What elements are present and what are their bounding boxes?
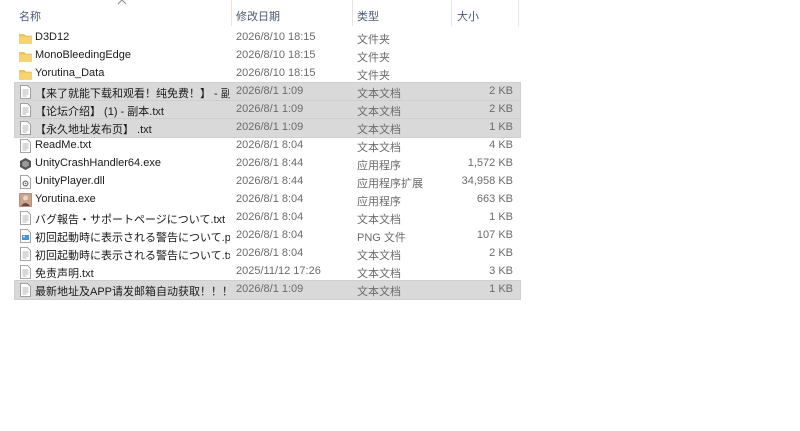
file-type: 文本文档	[357, 88, 401, 100]
text-file-icon	[19, 211, 32, 225]
file-modified-date: 2026/8/1 8:04	[236, 211, 304, 223]
file-size: 1,572 KB	[467, 157, 513, 169]
file-row[interactable]: バグ報告・サポートページについて.txt 2026/8/1 8:04 文本文档 1 K…	[15, 209, 520, 227]
column-header-name[interactable]: 名称	[19, 8, 41, 24]
unity-app-icon	[19, 157, 32, 171]
file-size: 3 KB	[489, 265, 513, 277]
file-name: UnityPlayer.dll	[35, 175, 105, 187]
file-name: ReadMe.txt	[35, 139, 92, 151]
file-row[interactable]: 免责声明.txt 2025/11/12 17:26 文本文档 3 KB	[15, 263, 520, 281]
column-header-type[interactable]: 类型	[357, 8, 379, 24]
column-divider[interactable]	[518, 0, 519, 26]
file-row[interactable]: MonoBleedingEdge 2026/8/10 18:15 文件夹	[15, 47, 520, 65]
text-file-icon	[19, 139, 32, 153]
file-name: 初回起動時に表示される警告について.txt	[35, 250, 230, 262]
file-modified-date: 2026/8/1 8:04	[236, 193, 304, 205]
file-row[interactable]: 最新地址及APP请发邮箱自动获取！！！... 2026/8/1 1:09 文本文档 1…	[14, 280, 521, 300]
file-modified-date: 2026/8/1 1:09	[236, 121, 304, 133]
file-row[interactable]: UnityPlayer.dll 2026/8/1 8:44 应用程序扩展 34,958…	[15, 173, 520, 191]
file-type: 文本文档	[357, 142, 401, 154]
file-name: 初回起動時に表示される警告について.p...	[35, 232, 230, 244]
file-modified-date: 2026/8/1 1:09	[236, 103, 304, 115]
file-size: 663 KB	[476, 193, 513, 205]
file-row[interactable]: 初回起動時に表示される警告について.p... 2026/8/1 8:04 PNG 文…	[15, 227, 520, 245]
file-row[interactable]: ReadMe.txt 2026/8/1 8:04 文本文档 4 KB	[15, 137, 520, 155]
file-size: 2 KB	[489, 247, 513, 259]
file-name: 【来了就能下载和观看！纯免费！】 - 副...	[35, 88, 230, 100]
folder-icon	[19, 31, 32, 45]
text-file-icon	[19, 121, 32, 135]
file-size: 4 KB	[489, 139, 513, 151]
folder-icon	[19, 49, 32, 63]
file-row[interactable]: 初回起動時に表示される警告について.txt 2026/8/1 8:04 文本文档 2 …	[15, 245, 520, 263]
file-name: 【论坛介绍】 (1) - 副本.txt	[35, 106, 164, 118]
file-row[interactable]: 【论坛介绍】 (1) - 副本.txt 2026/8/1 1:09 文本文档 2 KB	[14, 100, 521, 120]
file-type: 文件夹	[357, 34, 390, 46]
file-modified-date: 2026/8/1 1:09	[236, 85, 304, 97]
file-name: UnityCrashHandler64.exe	[35, 157, 161, 169]
file-name: 最新地址及APP请发邮箱自动获取！！！...	[35, 286, 230, 298]
file-list: D3D12 2026/8/10 18:15 文件夹 MonoBleedingEdge 2…	[14, 29, 521, 300]
file-row[interactable]: UnityCrashHandler64.exe 2026/8/1 8:44 应用程序…	[15, 155, 520, 173]
file-type: 文件夹	[357, 70, 390, 82]
file-row[interactable]: Yorutina.exe 2026/8/1 8:04 应用程序 663 KB	[15, 191, 520, 209]
file-modified-date: 2026/8/1 8:44	[236, 157, 304, 169]
file-modified-date: 2026/8/1 8:04	[236, 247, 304, 259]
file-type: 文本文档	[357, 214, 401, 226]
file-name: Yorutina.exe	[35, 193, 96, 205]
image-file-icon	[19, 229, 32, 243]
text-file-icon	[19, 283, 32, 297]
dll-file-icon	[19, 175, 32, 189]
text-file-icon	[19, 103, 32, 117]
file-row[interactable]: Yorutina_Data 2026/8/10 18:15 文件夹	[15, 65, 520, 83]
file-name: 【永久地址发布页】 .txt	[35, 124, 152, 136]
file-size: 2 KB	[489, 85, 513, 97]
file-size: 2 KB	[489, 103, 513, 115]
column-header-date[interactable]: 修改日期	[236, 8, 280, 24]
file-modified-date: 2026/8/10 18:15	[236, 49, 316, 61]
file-modified-date: 2026/8/1 8:04	[236, 139, 304, 151]
file-name: Yorutina_Data	[35, 67, 105, 79]
file-name: D3D12	[35, 31, 70, 43]
file-size: 107 KB	[476, 229, 513, 241]
file-type: 应用程序	[357, 196, 401, 208]
column-divider[interactable]	[231, 0, 232, 26]
column-divider[interactable]	[451, 0, 452, 26]
file-modified-date: 2026/8/10 18:15	[236, 31, 316, 43]
file-type: PNG 文件	[357, 232, 406, 244]
file-row[interactable]: 【来了就能下载和观看！纯免费！】 - 副... 2026/8/1 1:09 文本文档…	[14, 82, 521, 102]
file-type: 文本文档	[357, 286, 401, 298]
sort-ascending-icon	[117, 0, 127, 5]
file-modified-date: 2026/8/1 1:09	[236, 283, 304, 295]
file-modified-date: 2026/8/1 8:44	[236, 175, 304, 187]
file-name: MonoBleedingEdge	[35, 49, 132, 61]
game-app-icon	[19, 193, 32, 207]
column-header-size[interactable]: 大小	[457, 8, 479, 24]
file-name: 免责声明.txt	[35, 268, 94, 280]
file-row[interactable]: D3D12 2026/8/10 18:15 文件夹	[15, 29, 520, 47]
file-type: 文本文档	[357, 124, 401, 136]
column-divider[interactable]	[352, 0, 353, 26]
file-size: 1 KB	[489, 283, 513, 295]
file-type: 文件夹	[357, 52, 390, 64]
column-header-bar: 名称 修改日期 类型 大小	[0, 0, 520, 26]
file-name: バグ報告・サポートページについて.txt	[35, 214, 226, 226]
folder-icon	[19, 67, 32, 81]
text-file-icon	[19, 265, 32, 279]
file-modified-date: 2026/8/1 8:04	[236, 229, 304, 241]
file-modified-date: 2025/11/12 17:26	[236, 265, 321, 277]
file-type: 文本文档	[357, 250, 401, 262]
text-file-icon	[19, 85, 32, 99]
file-row[interactable]: 【永久地址发布页】 .txt 2026/8/1 1:09 文本文档 1 KB	[14, 118, 521, 138]
file-modified-date: 2026/8/10 18:15	[236, 67, 316, 79]
file-size: 34,958 KB	[461, 175, 513, 187]
file-type: 应用程序扩展	[357, 178, 423, 190]
file-type: 文本文档	[357, 106, 401, 118]
file-type: 文本文档	[357, 268, 401, 280]
file-size: 1 KB	[489, 211, 513, 223]
text-file-icon	[19, 247, 32, 261]
file-type: 应用程序	[357, 160, 401, 172]
file-size: 1 KB	[489, 121, 513, 133]
